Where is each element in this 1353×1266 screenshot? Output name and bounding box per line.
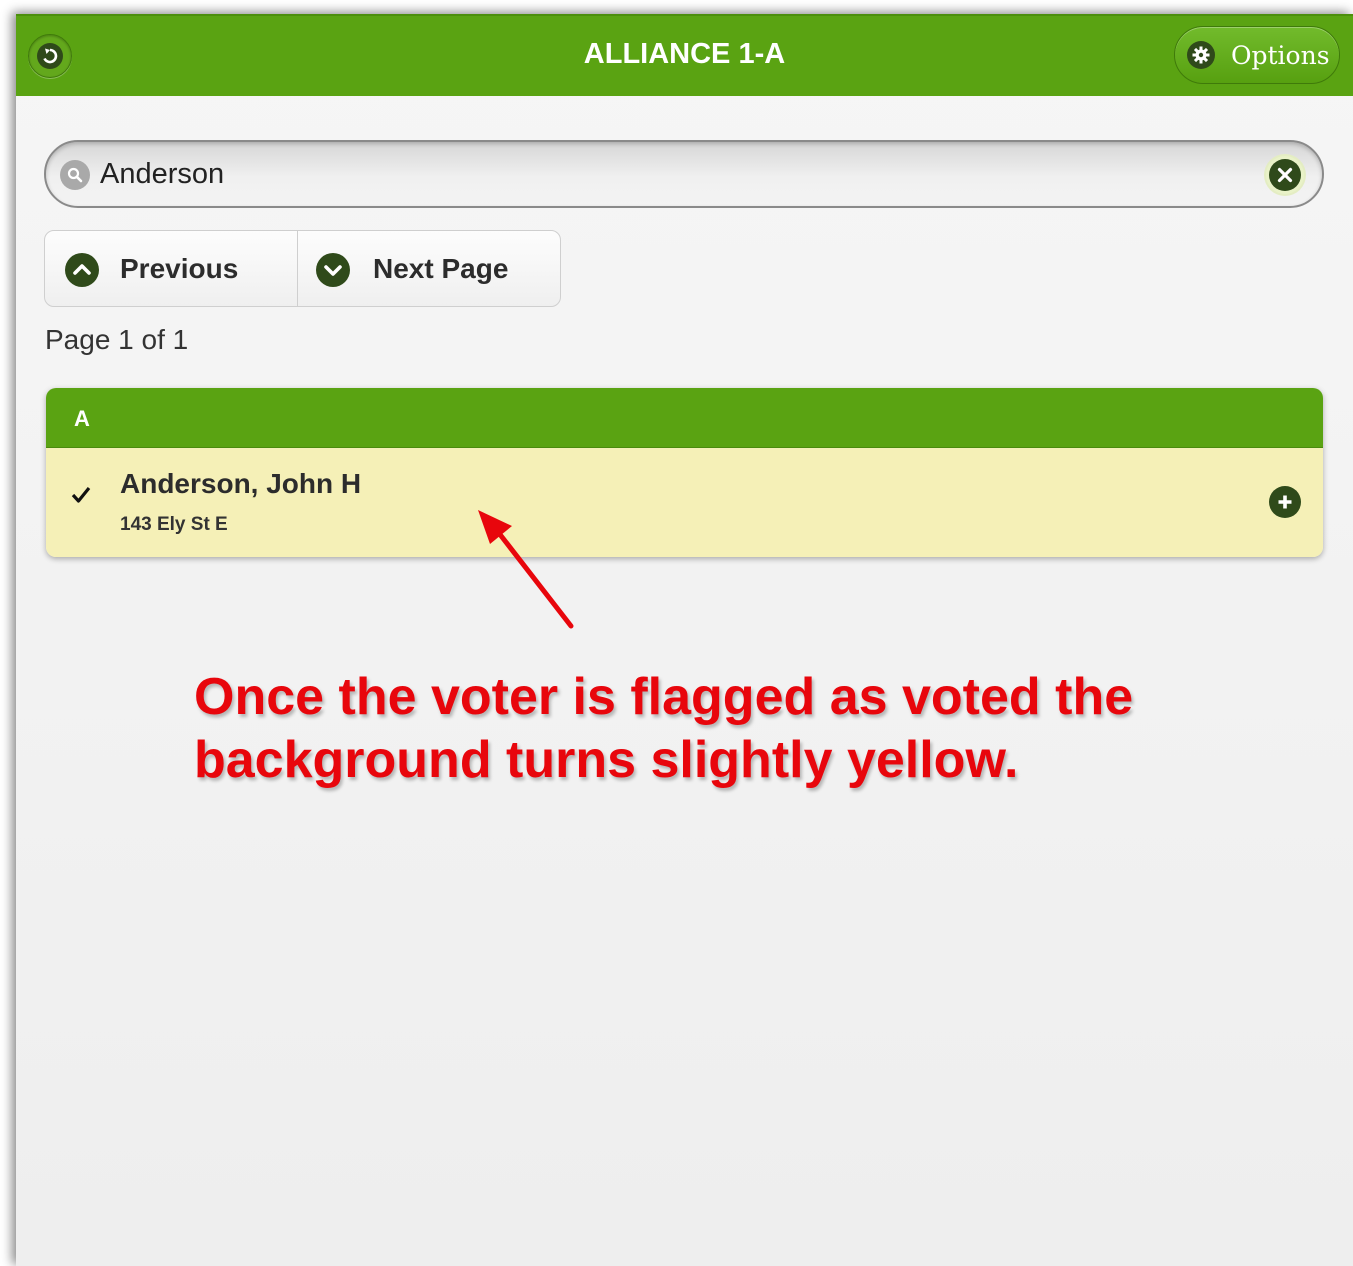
annotation-text: Once the voter is flagged as voted the b… (194, 668, 1134, 789)
app-window: ALLIANCE 1-A Options Anderson Previous N… (16, 14, 1353, 1266)
annotation-arrow (478, 510, 574, 629)
